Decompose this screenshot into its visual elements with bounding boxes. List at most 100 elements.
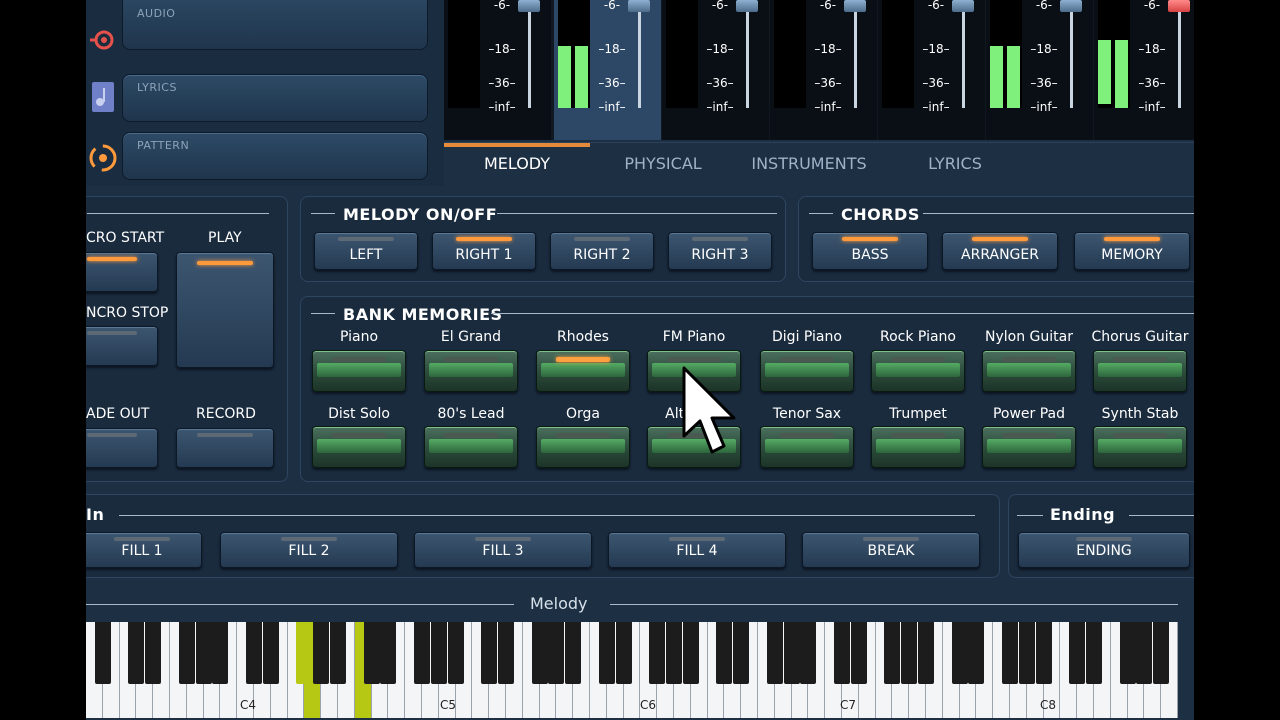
bank-memory-button[interactable]: [536, 350, 630, 392]
memory-button[interactable]: MEMORY: [1074, 232, 1190, 270]
black-key[interactable]: [951, 622, 968, 684]
black-key[interactable]: [498, 622, 514, 684]
fill-1-button[interactable]: FILL 1: [86, 532, 202, 568]
black-key[interactable]: [1136, 622, 1153, 684]
arranger-button[interactable]: ARRANGER: [942, 232, 1058, 270]
black-key[interactable]: [901, 622, 918, 684]
black-key[interactable]: [531, 622, 548, 684]
black-key[interactable]: [380, 622, 397, 684]
black-key[interactable]: [565, 622, 582, 684]
black-key[interactable]: [834, 622, 850, 684]
right-2-button[interactable]: RIGHT 2: [550, 232, 654, 270]
black-key[interactable]: [246, 622, 262, 684]
intro-start-button[interactable]: [86, 252, 158, 292]
fader-knob[interactable]: [1168, 0, 1190, 12]
black-key[interactable]: [850, 622, 867, 684]
bank-memory-button[interactable]: [1093, 350, 1187, 392]
pattern-slot[interactable]: PATTERN: [122, 132, 428, 180]
bank-memory-button[interactable]: [982, 350, 1076, 392]
black-key[interactable]: [968, 622, 985, 684]
fader-track[interactable]: [638, 0, 641, 108]
black-key[interactable]: [1002, 622, 1018, 684]
black-key[interactable]: [1153, 622, 1170, 684]
fader-knob[interactable]: [952, 0, 974, 12]
fader-track[interactable]: [1178, 0, 1181, 108]
fader-knob[interactable]: [844, 0, 866, 12]
black-key[interactable]: [94, 622, 111, 684]
bank-memory-button[interactable]: [871, 350, 965, 392]
black-key[interactable]: [262, 622, 279, 684]
black-key[interactable]: [666, 622, 682, 684]
black-key[interactable]: [598, 622, 615, 684]
black-key[interactable]: [212, 622, 229, 684]
bank-memory-button[interactable]: [760, 350, 854, 392]
black-key[interactable]: [1086, 622, 1102, 684]
bank-memory-button[interactable]: [424, 350, 518, 392]
black-key[interactable]: [481, 622, 498, 684]
play-button[interactable]: [176, 252, 274, 368]
black-key[interactable]: [766, 622, 783, 684]
ending-button[interactable]: ENDING: [1018, 532, 1190, 568]
tab-instruments[interactable]: INSTRUMENTS: [736, 149, 882, 179]
black-key[interactable]: [414, 622, 430, 684]
tab-physical[interactable]: PHYSICAL: [590, 149, 736, 179]
right-3-button[interactable]: RIGHT 3: [668, 232, 772, 270]
black-key[interactable]: [1069, 622, 1086, 684]
tab-melody[interactable]: MELODY: [444, 149, 590, 179]
left-button[interactable]: LEFT: [314, 232, 418, 270]
black-key[interactable]: [800, 622, 817, 684]
black-key[interactable]: [783, 622, 800, 684]
black-key[interactable]: [430, 622, 447, 684]
bank-memory-button[interactable]: [760, 426, 854, 468]
fader-knob[interactable]: [518, 0, 540, 12]
bank-memory-button[interactable]: [982, 426, 1076, 468]
fade-out-button[interactable]: [86, 428, 158, 468]
fader-track[interactable]: [746, 0, 749, 108]
lyrics-slot[interactable]: LYRICS: [122, 74, 428, 122]
black-key[interactable]: [330, 622, 346, 684]
black-key[interactable]: [884, 622, 901, 684]
black-key[interactable]: [649, 622, 666, 684]
black-key[interactable]: [145, 622, 162, 684]
fader-knob[interactable]: [628, 0, 650, 12]
right-1-button[interactable]: RIGHT 1: [432, 232, 536, 270]
bank-memory-label: Dist Solo: [328, 406, 390, 422]
record-button[interactable]: [176, 428, 274, 468]
fader-knob[interactable]: [736, 0, 758, 12]
fader-track[interactable]: [854, 0, 857, 108]
bank-memory-button[interactable]: [536, 426, 630, 468]
black-key[interactable]: [733, 622, 750, 684]
black-key[interactable]: [615, 622, 632, 684]
fader-track[interactable]: [962, 0, 965, 108]
fader-track[interactable]: [1070, 0, 1073, 108]
tab-lyrics[interactable]: LYRICS: [882, 149, 1028, 179]
black-key[interactable]: [447, 622, 464, 684]
intro-stop-button[interactable]: [86, 326, 158, 366]
black-key[interactable]: [548, 622, 565, 684]
fader-knob[interactable]: [1060, 0, 1082, 12]
fader-track[interactable]: [528, 0, 531, 108]
black-key[interactable]: [918, 622, 934, 684]
bass-button[interactable]: BASS: [812, 232, 928, 270]
black-key[interactable]: [296, 622, 313, 684]
black-key[interactable]: [128, 622, 145, 684]
black-key[interactable]: [1035, 622, 1052, 684]
fill-4-button[interactable]: FILL 4: [608, 532, 786, 568]
black-key[interactable]: [363, 622, 380, 684]
fill-3-button[interactable]: FILL 3: [414, 532, 592, 568]
bank-memory-button[interactable]: [312, 350, 406, 392]
black-key[interactable]: [195, 622, 212, 684]
bank-memory-button[interactable]: [424, 426, 518, 468]
break-button[interactable]: BREAK: [802, 532, 980, 568]
bank-memory-button[interactable]: [312, 426, 406, 468]
fill-2-button[interactable]: FILL 2: [220, 532, 398, 568]
black-key[interactable]: [716, 622, 733, 684]
black-key[interactable]: [178, 622, 195, 684]
bank-memory-button[interactable]: [871, 426, 965, 468]
black-key[interactable]: [313, 622, 330, 684]
audio-slot[interactable]: AUDIO: [122, 0, 428, 50]
black-key[interactable]: [1119, 622, 1136, 684]
black-key[interactable]: [682, 622, 699, 684]
bank-memory-button[interactable]: [1093, 426, 1187, 468]
black-key[interactable]: [1018, 622, 1035, 684]
